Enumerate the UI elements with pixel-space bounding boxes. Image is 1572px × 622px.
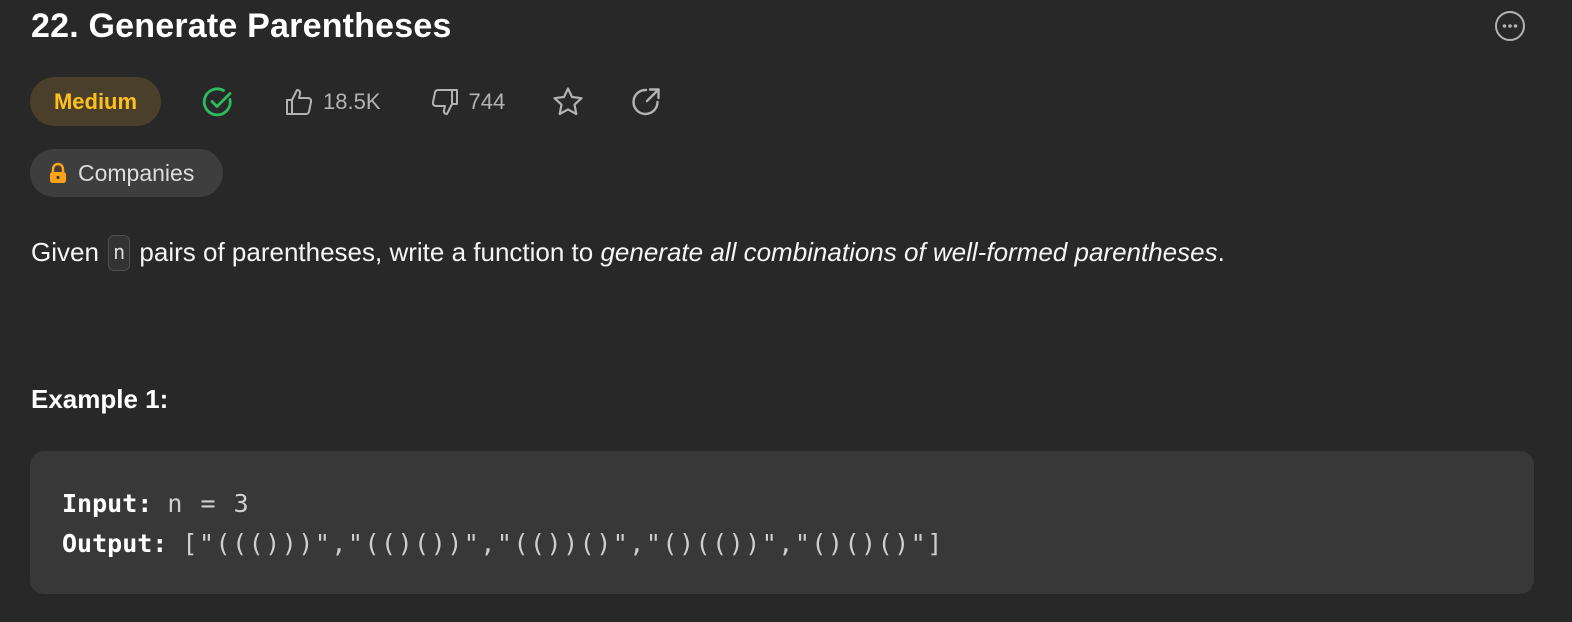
share-button[interactable] <box>629 85 663 119</box>
example-input-line: Input: n = 3 <box>62 484 1534 524</box>
problem-description: Given n pairs of parentheses, write a fu… <box>31 232 1225 274</box>
difficulty-badge: Medium <box>30 77 161 126</box>
like-button[interactable]: 18.5K <box>283 86 381 118</box>
companies-button[interactable]: Companies <box>30 149 223 197</box>
dislike-button[interactable]: 744 <box>429 86 506 118</box>
dislike-count: 744 <box>468 88 506 114</box>
star-icon <box>553 86 583 115</box>
like-count: 18.5K <box>323 88 381 114</box>
problem-description-panel: 22. Generate Parentheses Medium 18.5K 74… <box>0 0 1572 622</box>
more-options-button[interactable] <box>1494 10 1526 42</box>
lock-icon <box>50 162 66 183</box>
example-block: Input: n = 3 Output: ["((()))","(()())",… <box>30 451 1534 594</box>
thumbs-down-icon <box>431 88 458 115</box>
input-label: Input: <box>62 489 153 518</box>
problem-meta-row: Medium 18.5K 744 <box>30 77 663 126</box>
solved-status <box>201 85 235 119</box>
description-emphasis: generate all combinations of well-formed… <box>600 237 1218 267</box>
thumbs-up-icon <box>286 88 313 115</box>
example-heading: Example 1: <box>31 384 169 414</box>
inline-code-n: n <box>108 235 131 271</box>
output-value: ["((()))","(()())","(())()","()(())","()… <box>182 529 944 558</box>
check-circle-icon <box>202 87 232 116</box>
description-middle: pairs of parentheses, write a function t… <box>132 237 601 267</box>
example-output-line: Output: ["((()))","(()())","(())()","()(… <box>62 524 1534 564</box>
companies-label: Companies <box>78 159 195 186</box>
more-horizontal-icon <box>1495 11 1525 41</box>
input-value: n = 3 <box>167 489 251 518</box>
problem-title: 22. Generate Parentheses <box>31 7 452 45</box>
share-icon <box>632 87 660 115</box>
output-label: Output: <box>62 529 168 558</box>
description-prefix: Given <box>31 237 107 267</box>
favorite-button[interactable] <box>551 85 585 119</box>
description-suffix: . <box>1217 237 1225 267</box>
